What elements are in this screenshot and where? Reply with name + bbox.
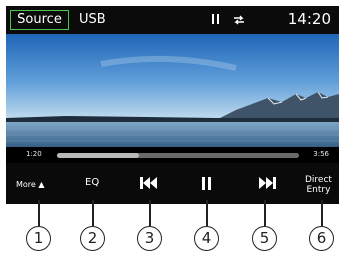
previous-track-button[interactable] (131, 163, 167, 204)
callout-1: 1 (26, 226, 51, 251)
direct-entry-button[interactable]: Direct Entry (300, 163, 338, 204)
more-button[interactable]: More ▲ (14, 163, 58, 204)
seek-bar-fill (57, 153, 139, 158)
control-bar: More ▲ EQ Direct Entry (6, 163, 339, 204)
source-button[interactable]: Source (10, 10, 69, 30)
clock: 14:20 (287, 10, 331, 28)
callout-leader (38, 200, 40, 226)
callout-leader (321, 200, 323, 226)
callout-4: 4 (194, 226, 219, 251)
direct-entry-label-line1: Direct (305, 175, 332, 185)
infotainment-screen: Source USB 14:20 1:20 3:56 More ▲ EQ Dir… (6, 6, 339, 204)
eq-button[interactable]: EQ (74, 163, 108, 204)
triangle-up-icon: ▲ (38, 180, 45, 189)
elapsed-time: 1:20 (26, 150, 42, 158)
skip-previous-icon (140, 177, 157, 189)
callout-leader (92, 200, 94, 226)
source-name: USB (79, 12, 106, 27)
repeat-icon (232, 12, 246, 26)
pause-icon (212, 14, 219, 24)
eq-label: EQ (85, 177, 100, 188)
pause-icon (202, 177, 211, 190)
total-time: 3:56 (313, 150, 329, 158)
callout-5: 5 (252, 226, 277, 251)
next-track-button[interactable] (249, 163, 285, 204)
status-bar: Source USB 14:20 (6, 6, 339, 34)
skip-next-icon (259, 177, 276, 189)
pause-button[interactable] (191, 163, 221, 204)
video-frame[interactable] (6, 34, 339, 147)
callout-3: 3 (137, 226, 162, 251)
direct-entry-label-line2: Entry (306, 185, 331, 195)
callout-leader (264, 200, 266, 226)
seek-bar[interactable] (57, 153, 299, 158)
callout-2: 2 (80, 226, 105, 251)
callout-6: 6 (309, 226, 334, 251)
more-label: More (16, 180, 36, 189)
callout-leader (149, 200, 151, 226)
progress-bar: 1:20 3:56 (6, 147, 339, 163)
callout-leader (206, 200, 208, 226)
